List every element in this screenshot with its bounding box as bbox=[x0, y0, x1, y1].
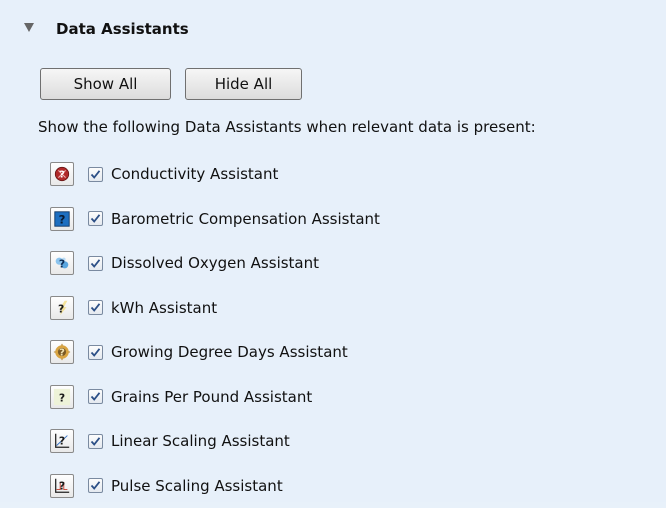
assistant-row-grains-per-pound: ? Grains Per Pound Assistant bbox=[50, 375, 380, 420]
section-title: Data Assistants bbox=[56, 20, 189, 38]
grains-per-pound-checkbox[interactable] bbox=[88, 389, 103, 404]
show-all-button[interactable]: Show All bbox=[40, 68, 171, 100]
data-assistants-panel: Data Assistants Show All Hide All Show t… bbox=[0, 0, 666, 502]
svg-text:?: ? bbox=[59, 212, 66, 226]
svg-text:?: ? bbox=[59, 258, 65, 271]
hide-all-button[interactable]: Hide All bbox=[185, 68, 302, 100]
pulse-scaling-icon[interactable]: ? bbox=[50, 474, 74, 498]
assistant-list: ? Conductivity Assistant ? Barometric Co… bbox=[50, 152, 380, 508]
assistant-label: Conductivity Assistant bbox=[111, 165, 278, 183]
dissolved-oxygen-icon[interactable]: ? bbox=[50, 251, 74, 275]
growing-degree-days-checkbox[interactable] bbox=[88, 345, 103, 360]
svg-text:?: ? bbox=[59, 435, 65, 448]
section-header[interactable]: Data Assistants bbox=[24, 20, 189, 38]
dissolved-oxygen-checkbox[interactable] bbox=[88, 256, 103, 271]
svg-text:?: ? bbox=[59, 170, 65, 181]
pulse-scaling-checkbox[interactable] bbox=[88, 478, 103, 493]
kwh-checkbox[interactable] bbox=[88, 300, 103, 315]
assistant-row-linear-scaling: ? Linear Scaling Assistant bbox=[50, 419, 380, 464]
linear-scaling-checkbox[interactable] bbox=[88, 434, 103, 449]
assistant-label: kWh Assistant bbox=[111, 299, 217, 317]
assistant-row-growing-degree-days: ? Growing Degree Days Assistant bbox=[50, 330, 380, 375]
button-row: Show All Hide All bbox=[40, 68, 302, 100]
svg-text:?: ? bbox=[59, 348, 65, 359]
assistant-label: Linear Scaling Assistant bbox=[111, 432, 290, 450]
growing-degree-days-icon[interactable]: ? bbox=[50, 340, 74, 364]
assistant-row-dissolved-oxygen: ? Dissolved Oxygen Assistant bbox=[50, 241, 380, 286]
svg-text:?: ? bbox=[58, 302, 64, 315]
linear-scaling-icon[interactable]: ? bbox=[50, 429, 74, 453]
assistant-label: Barometric Compensation Assistant bbox=[111, 210, 380, 228]
assistant-label: Dissolved Oxygen Assistant bbox=[111, 254, 319, 272]
intro-text: Show the following Data Assistants when … bbox=[38, 118, 536, 136]
assistant-row-barometric: ? Barometric Compensation Assistant bbox=[50, 197, 380, 242]
conductivity-icon[interactable]: ? bbox=[50, 162, 74, 186]
assistant-label: Grains Per Pound Assistant bbox=[111, 388, 312, 406]
barometric-icon[interactable]: ? bbox=[50, 207, 74, 231]
conductivity-checkbox[interactable] bbox=[88, 167, 103, 182]
assistant-label: Growing Degree Days Assistant bbox=[111, 343, 348, 361]
assistant-row-pulse-scaling: ? Pulse Scaling Assistant bbox=[50, 464, 380, 508]
kwh-icon[interactable]: ? bbox=[50, 296, 74, 320]
barometric-checkbox[interactable] bbox=[88, 211, 103, 226]
svg-text:?: ? bbox=[59, 479, 65, 492]
assistant-row-kwh: ? kWh Assistant bbox=[50, 286, 380, 331]
grains-per-pound-icon[interactable]: ? bbox=[50, 385, 74, 409]
assistant-label: Pulse Scaling Assistant bbox=[111, 477, 283, 495]
collapse-triangle-icon[interactable] bbox=[24, 23, 34, 32]
assistant-row-conductivity: ? Conductivity Assistant bbox=[50, 152, 380, 197]
svg-text:?: ? bbox=[59, 391, 65, 404]
